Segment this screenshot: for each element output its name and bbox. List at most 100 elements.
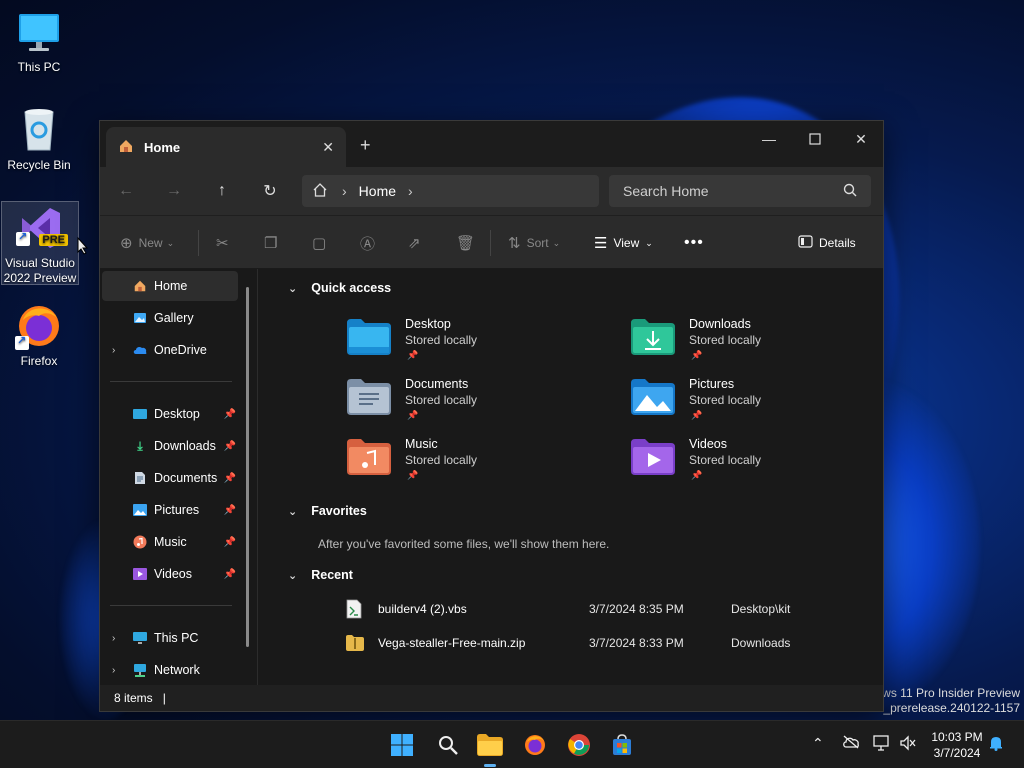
tab-home[interactable]: Home ✕ [106, 127, 346, 167]
command-bar: ⊕ New ⌄ ✂ ❐ ▢ Ⓐ ⇗ 🗑 ⇅ Sort ⌄ ☰ View ⌄ ••… [100, 215, 883, 269]
chevron-down-icon: ⌄ [166, 237, 175, 248]
file-explorer-taskbar-button[interactable] [474, 729, 506, 767]
sidebar-item-music[interactable]: Music 📌 [102, 527, 238, 557]
speaker-muted-icon [900, 735, 916, 751]
clipboard-icon: ▢ [312, 235, 327, 252]
quick-access-documents[interactable]: Documents Stored locally 📌 [347, 377, 587, 433]
sidebar-item-downloads[interactable]: ⤓ Downloads 📌 [102, 431, 238, 461]
cut-button[interactable]: ✂ [216, 216, 235, 270]
desktop-icon-recycle-bin[interactable]: Recycle Bin [0, 106, 78, 172]
volume-tray-icon[interactable] [899, 735, 917, 754]
minimize-button[interactable]: — [746, 125, 792, 153]
bell-icon [990, 737, 1002, 751]
start-button[interactable] [386, 729, 418, 761]
sidebar-item-label: Videos [154, 567, 192, 581]
new-tab-button[interactable]: + [360, 135, 371, 156]
back-button[interactable]: ← [114, 179, 138, 203]
delete-button[interactable]: 🗑 [456, 216, 481, 270]
recent-row[interactable]: builderv4 (2).vbs 3/7/2024 8:35 PM Deskt… [346, 594, 866, 624]
view-list-icon: ☰ [594, 235, 608, 252]
pin-icon: 📌 [407, 470, 419, 480]
visual-studio-icon: PRE [16, 204, 68, 252]
view-button[interactable]: ☰ View ⌄ [594, 216, 653, 270]
paste-button[interactable]: ▢ [312, 216, 332, 270]
sidebar-item-gallery[interactable]: Gallery [102, 303, 238, 333]
quick-access-desktop[interactable]: Desktop Stored locally 📌 [347, 317, 587, 373]
chevron-right-icon[interactable]: › [408, 183, 413, 199]
chevron-right-icon[interactable]: › [112, 633, 115, 644]
search-icon [843, 183, 857, 200]
rename-button[interactable]: Ⓐ [360, 216, 381, 270]
show-hidden-icons-button[interactable]: ⌃ [812, 735, 824, 752]
sidebar-item-network[interactable]: › Network [102, 655, 238, 685]
gallery-icon [132, 310, 148, 326]
copy-button[interactable]: ❐ [264, 216, 283, 270]
file-location: Desktop\kit [731, 602, 791, 616]
notifications-button[interactable] [989, 735, 1003, 754]
new-button[interactable]: ⊕ New ⌄ [120, 216, 174, 270]
recycle-bin-icon [15, 106, 63, 154]
details-button[interactable]: Details [798, 216, 856, 270]
firefox-taskbar-button[interactable] [519, 729, 551, 761]
recent-header[interactable]: ⌄ Recent [288, 568, 353, 582]
home-icon [118, 138, 134, 157]
details-label: Details [819, 236, 856, 250]
network-monitor-icon [873, 735, 889, 751]
search-placeholder: Search Home [623, 183, 709, 199]
chrome-taskbar-button[interactable] [563, 729, 595, 761]
maximize-button[interactable] [792, 125, 838, 153]
favorites-header[interactable]: ⌄ Favorites [288, 504, 367, 518]
sort-label: Sort [526, 236, 549, 250]
sidebar-scrollbar[interactable] [246, 287, 249, 647]
address-bar[interactable]: › Home › [302, 175, 599, 207]
chevron-right-icon[interactable]: › [112, 345, 115, 356]
file-name: builderv4 (2).vbs [378, 602, 467, 616]
share-button[interactable]: ⇗ [408, 216, 427, 270]
chrome-icon [568, 734, 590, 756]
desktop-icon-visual-studio[interactable]: PRE Visual Studio 2022 Preview [1, 201, 79, 285]
quick-access-pictures[interactable]: Pictures Stored locally 📌 [631, 377, 871, 433]
chevron-right-icon[interactable]: › [112, 665, 115, 676]
cloud-icon [132, 342, 148, 358]
sidebar-item-this-pc[interactable]: › This PC [102, 623, 238, 653]
sidebar-item-documents[interactable]: Documents 📌 [102, 463, 238, 493]
recent-row[interactable]: Vega-stealler-Free-main.zip 3/7/2024 8:3… [346, 628, 866, 658]
forward-button[interactable]: → [162, 179, 186, 203]
quick-access-videos[interactable]: Videos Stored locally 📌 [631, 437, 871, 493]
desktop-icon-this-pc[interactable]: This PC [0, 8, 78, 74]
pin-icon: 📌 [223, 408, 236, 420]
taskbar-clock[interactable]: 10:03 PM 3/7/2024 [926, 729, 988, 761]
desktop-icon-firefox[interactable]: Firefox [0, 302, 78, 368]
sidebar-item-desktop[interactable]: Desktop 📌 [102, 399, 238, 429]
divider [490, 230, 491, 256]
document-icon [132, 470, 148, 486]
quick-access-music[interactable]: Music Stored locally 📌 [347, 437, 587, 493]
up-button[interactable]: ↑ [210, 179, 234, 203]
pin-icon: 📌 [691, 350, 703, 360]
file-date: 3/7/2024 8:33 PM [589, 636, 684, 650]
breadcrumb-home[interactable]: Home [359, 183, 396, 199]
refresh-button[interactable]: ↻ [258, 179, 282, 203]
onedrive-tray-icon[interactable] [842, 735, 860, 752]
explorer-body: Home Gallery › OneDrive Desktop 📌 ⤓ Down… [100, 269, 883, 687]
sort-button[interactable]: ⇅ Sort ⌄ [508, 216, 560, 270]
clock-time: 10:03 PM [931, 730, 983, 744]
network-tray-icon[interactable] [873, 735, 891, 754]
pin-icon: 📌 [223, 440, 236, 452]
sidebar-item-pictures[interactable]: Pictures 📌 [102, 495, 238, 525]
search-input[interactable]: Search Home [609, 175, 871, 207]
store-taskbar-button[interactable] [606, 729, 638, 761]
quick-access-header[interactable]: ⌄ Quick access [288, 281, 391, 295]
watermark-line: ows 11 Pro Insider Preview [875, 686, 1020, 700]
sidebar-item-onedrive[interactable]: › OneDrive [102, 335, 238, 365]
search-icon [439, 736, 458, 755]
close-tab-icon[interactable]: ✕ [322, 139, 334, 156]
sidebar-item-home[interactable]: Home [102, 271, 238, 301]
item-name: Desktop [405, 317, 451, 331]
search-taskbar-button[interactable] [432, 729, 464, 761]
close-window-button[interactable]: ✕ [838, 125, 884, 153]
sidebar-item-videos[interactable]: Videos 📌 [102, 559, 238, 589]
quick-access-downloads[interactable]: Downloads Stored locally 📌 [631, 317, 871, 373]
desktop-icon-label: Firefox [20, 354, 58, 368]
more-options-button[interactable]: ••• [684, 216, 704, 270]
